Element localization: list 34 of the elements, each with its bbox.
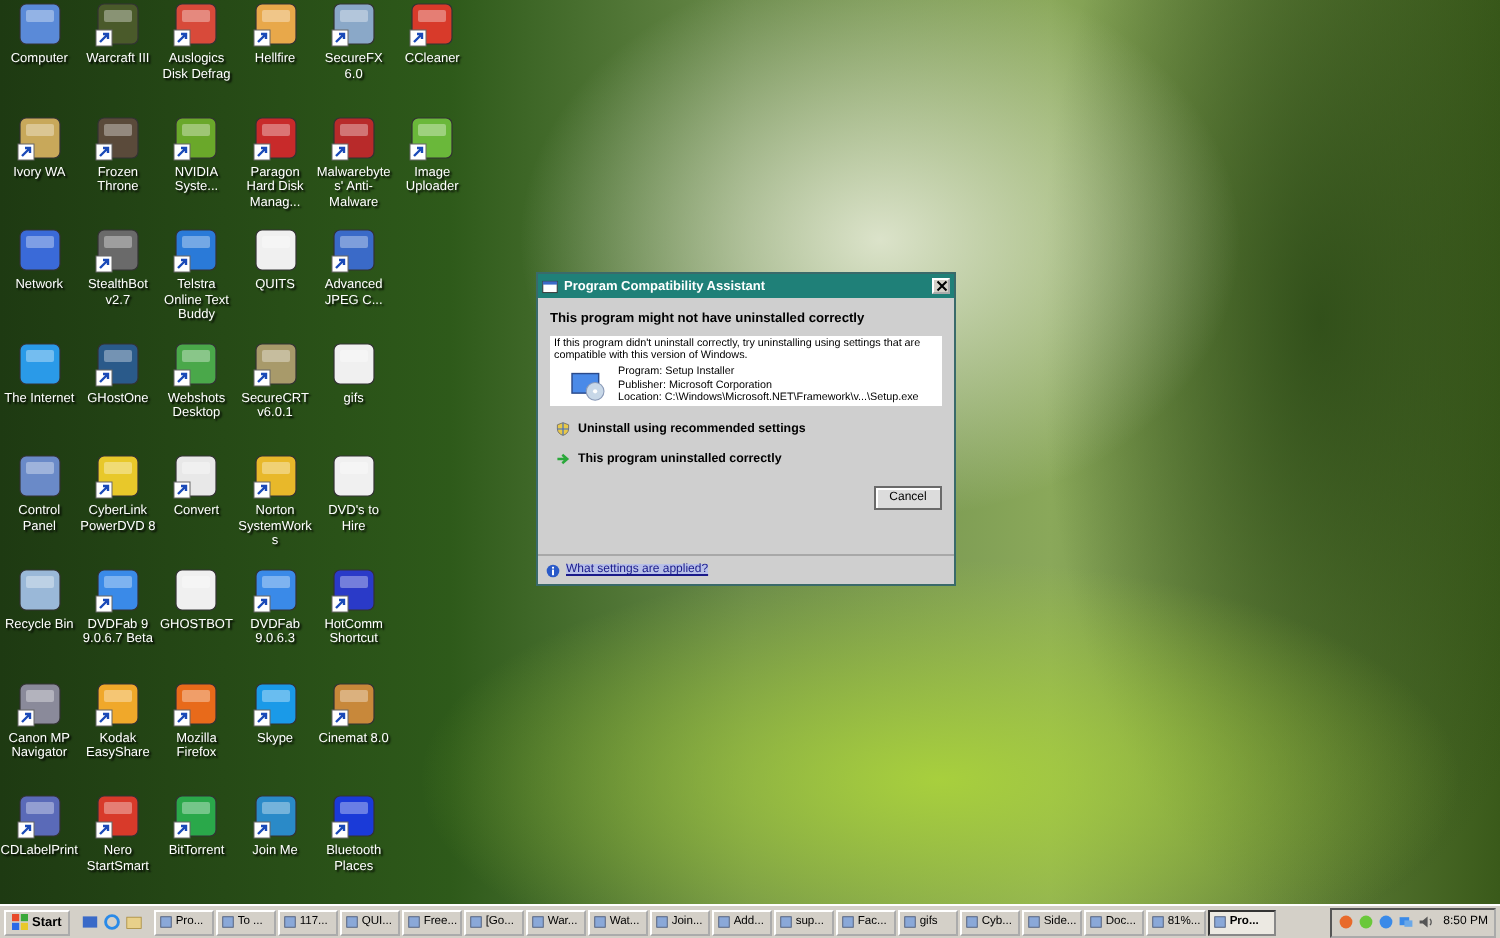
window-icon (159, 916, 172, 928)
tray-circle-icon[interactable] (1337, 914, 1354, 930)
network-icon[interactable] (1397, 914, 1414, 930)
info-icon (546, 563, 560, 577)
monitor-disc-icon (570, 369, 606, 402)
window-icon (965, 916, 978, 928)
window-icon (469, 916, 482, 928)
window-icon (1089, 916, 1102, 928)
windows-flag-icon (12, 914, 28, 930)
window-icon (903, 916, 916, 928)
window-icon (283, 916, 296, 928)
window-icon (655, 916, 668, 928)
arrow-icon (556, 451, 570, 466)
window-icon (593, 916, 606, 928)
window-icon (345, 916, 358, 928)
window-icon (542, 279, 558, 293)
tray-circle-icon[interactable] (1357, 914, 1374, 930)
browser-icon[interactable] (103, 914, 120, 930)
window-icon (1213, 916, 1226, 928)
window-icon (779, 916, 792, 928)
window-icon (221, 916, 234, 928)
window-icon (841, 916, 854, 928)
close-icon (935, 280, 947, 292)
folder-icon[interactable] (125, 914, 142, 930)
window-icon (717, 916, 730, 928)
window-icon (531, 916, 544, 928)
window-icon (1151, 916, 1164, 928)
speaker-icon[interactable] (1417, 914, 1434, 930)
desktop-icon[interactable] (81, 914, 98, 930)
shield-icon (556, 421, 570, 436)
window-icon (1027, 916, 1040, 928)
tray-circle-icon[interactable] (1377, 914, 1394, 930)
window-icon (407, 916, 420, 928)
close-button[interactable] (932, 278, 950, 294)
